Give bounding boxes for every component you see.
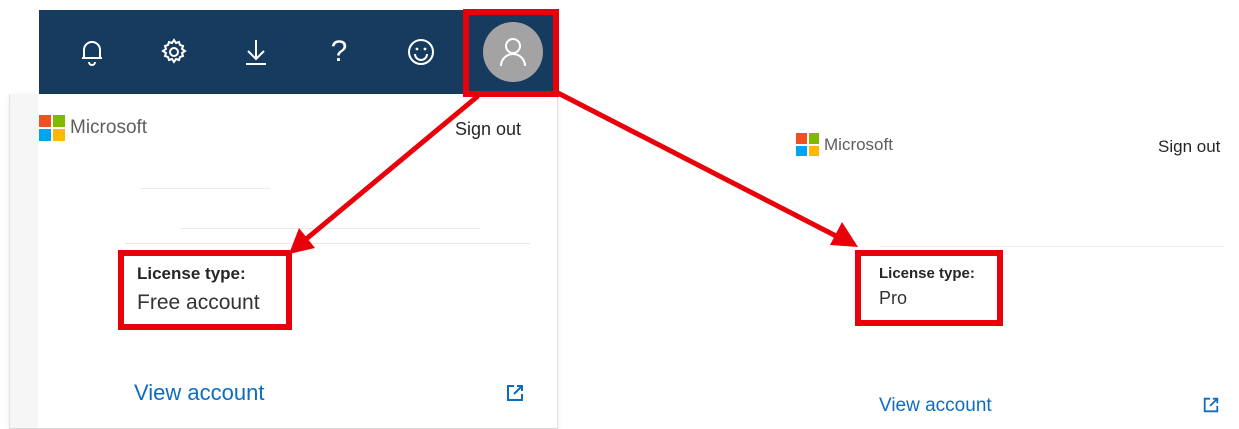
screenshot: { "topbar": { "icons": ["bell-icon", "ge… — [0, 0, 1239, 429]
annotation-arrows — [289, 89, 858, 254]
arrow-to-free-license — [289, 94, 480, 254]
arrow-to-pro-license — [554, 89, 858, 247]
